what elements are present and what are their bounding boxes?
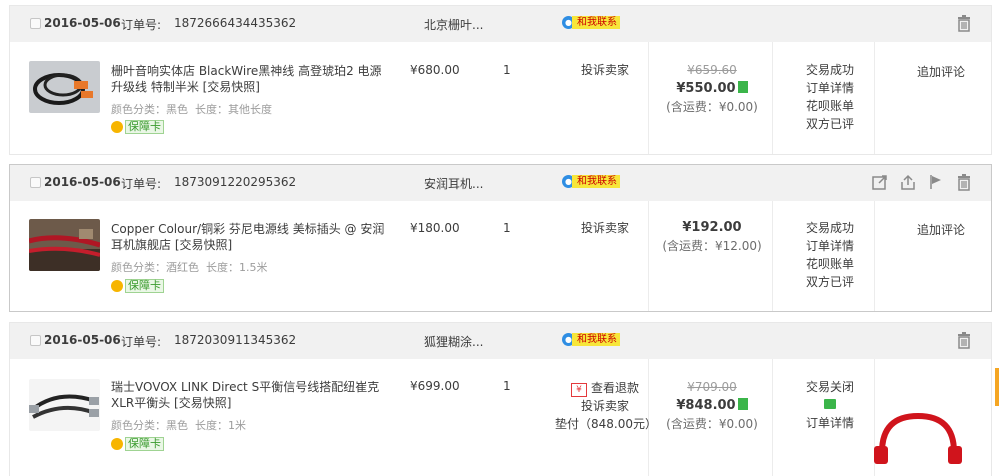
order-checkbox[interactable] [30,177,41,188]
shipping-fee: (含运费：¥12.00) [662,239,762,253]
order-detail-link[interactable]: 订单详情 [775,237,885,255]
order-total: ¥192.00 (含运费：¥12.00) [653,219,771,255]
order-number-label: 订单号: [121,177,162,191]
trash-icon[interactable] [955,331,973,349]
guarantee-badge[interactable]: 保障卡 [111,279,164,293]
order-header: 2016-05-06 订单号: 1872666434435362 北京栅叶...… [10,6,991,42]
huabei-bill-link[interactable]: 花呗账单 [775,255,885,273]
flag-icon[interactable] [927,173,945,191]
order-number: 1873091220295362 [174,175,297,189]
trash-icon[interactable] [955,14,973,32]
status-text: 交易成功 [805,221,854,235]
product-thumbnail[interactable] [29,61,100,113]
contact-seller-label: 和我联系 [572,16,620,29]
order-card: 2016-05-06 订单号: 1873091220295362 安润耳机...… [9,164,992,312]
complain-seller-link[interactable]: 投诉卖家 [555,61,655,79]
add-review-link[interactable]: 追加评论 [885,221,997,238]
paid-total: ¥848.00 [676,398,736,413]
complain-seller-link[interactable]: 投诉卖家 [555,397,655,415]
order-number-label: 订单号: [121,18,162,32]
quantity: 1 [503,379,511,393]
product-attributes: 颜色分类：酒红色 长度：1.5米 [111,261,268,274]
product-thumbnail[interactable] [29,219,100,271]
guarantee-icon [111,438,123,450]
order-number-label: 订单号: [121,335,162,349]
original-total: ¥709.00 [687,380,737,394]
review-status: 双方已评 [805,117,854,131]
refund-icon: ¥ [570,383,587,397]
order-header: 2016-05-06 订单号: 1872030911345362 狐狸糊涂...… [10,323,991,359]
mobile-order-icon [737,398,748,410]
status-text: 交易关闭 [805,380,854,394]
quantity: 1 [503,221,511,235]
contact-seller-label: 和我联系 [572,333,620,346]
order-checkbox[interactable] [30,18,41,29]
product-attributes: 颜色分类：黑色 长度：其他长度 [111,103,272,116]
order-date: 2016-05-06 [44,16,121,30]
order-card: 2016-05-06 订单号: 1872030911345362 狐狸糊涂...… [9,322,992,476]
complain-seller-link[interactable]: 投诉卖家 [555,219,655,237]
unit-price: ¥680.00 [410,63,460,77]
headphones-logo-icon [874,412,962,464]
view-refund-link[interactable]: ¥ 查看退款 [555,379,655,397]
add-review-link[interactable]: 追加评论 [885,63,997,80]
product-title[interactable]: 瑞士VOVOX LINK Direct S平衡信号线搭配纽崔克XLR平衡头 [交… [111,379,386,411]
review-status: 双方已评 [805,275,854,289]
order-body: Copper Colour/铜彩 芬尼电源线 美标插头 @ 安润耳机旗舰店 [交… [10,201,991,311]
guarantee-icon [111,121,123,133]
product-title[interactable]: 栅叶音响实体店 BlackWire黑神线 高登琥珀2 电源升级线 特制半米 [交… [111,63,386,95]
paid-total: ¥550.00 [676,81,736,96]
order-total: ¥709.00 ¥848.00 (含运费：¥0.00) [653,378,771,433]
contact-seller-label: 和我联系 [572,175,620,188]
quantity: 1 [503,63,511,77]
order-body: 栅叶音响实体店 BlackWire黑神线 高登琥珀2 电源升级线 特制半米 [交… [10,42,991,154]
order-total: ¥659.60 ¥550.00 (含运费：¥0.00) [653,61,771,116]
guarantee-badge[interactable]: 保障卡 [111,437,164,451]
order-number: 1872030911345362 [174,333,297,347]
unit-price: ¥180.00 [410,221,460,235]
product-title[interactable]: Copper Colour/铜彩 芬尼电源线 美标插头 @ 安润耳机旗舰店 [交… [111,221,386,253]
original-total: ¥659.60 [687,63,737,77]
side-tab[interactable] [995,368,999,406]
product-thumbnail[interactable] [29,379,100,431]
order-header: 2016-05-06 订单号: 1873091220295362 安润耳机...… [10,165,991,201]
advance-payment: 垫付（848.00元） [555,417,657,431]
order-actions: ¥ 查看退款 投诉卖家 垫付（848.00元） [555,379,657,433]
shipping-fee: (含运费：¥0.00) [666,417,758,431]
share-icon[interactable] [871,173,889,191]
shop-name[interactable]: 安润耳机... [424,175,483,192]
huabei-bill-link[interactable]: 花呗账单 [775,97,885,115]
unit-price: ¥699.00 [410,379,460,393]
paid-total: ¥192.00 [682,220,742,235]
chat-bubble-icon[interactable] [824,399,836,409]
order-status: 交易成功 订单详情 花呗账单 双方已评 [775,61,885,133]
product-attributes: 颜色分类：黑色 长度：1米 [111,419,246,432]
shop-name[interactable]: 北京栅叶... [424,16,483,33]
shop-name[interactable]: 狐狸糊涂... [424,333,483,350]
status-text: 交易成功 [805,63,854,77]
order-body: 瑞士VOVOX LINK Direct S平衡信号线搭配纽崔克XLR平衡头 [交… [10,359,991,476]
order-checkbox[interactable] [30,335,41,346]
guarantee-badge[interactable]: 保障卡 [111,120,164,134]
order-date: 2016-05-06 [44,333,121,347]
upload-icon[interactable] [899,173,917,191]
guarantee-icon [111,280,123,292]
shipping-fee: (含运费：¥0.00) [666,100,758,114]
order-number: 1872666434435362 [174,16,297,30]
order-card: 2016-05-06 订单号: 1872666434435362 北京栅叶...… [9,5,992,155]
order-detail-link[interactable]: 订单详情 [775,79,885,97]
order-date: 2016-05-06 [44,175,121,189]
mobile-order-icon [737,81,748,93]
order-status: 交易成功 订单详情 花呗账单 双方已评 [775,219,885,291]
trash-icon[interactable] [955,173,973,191]
